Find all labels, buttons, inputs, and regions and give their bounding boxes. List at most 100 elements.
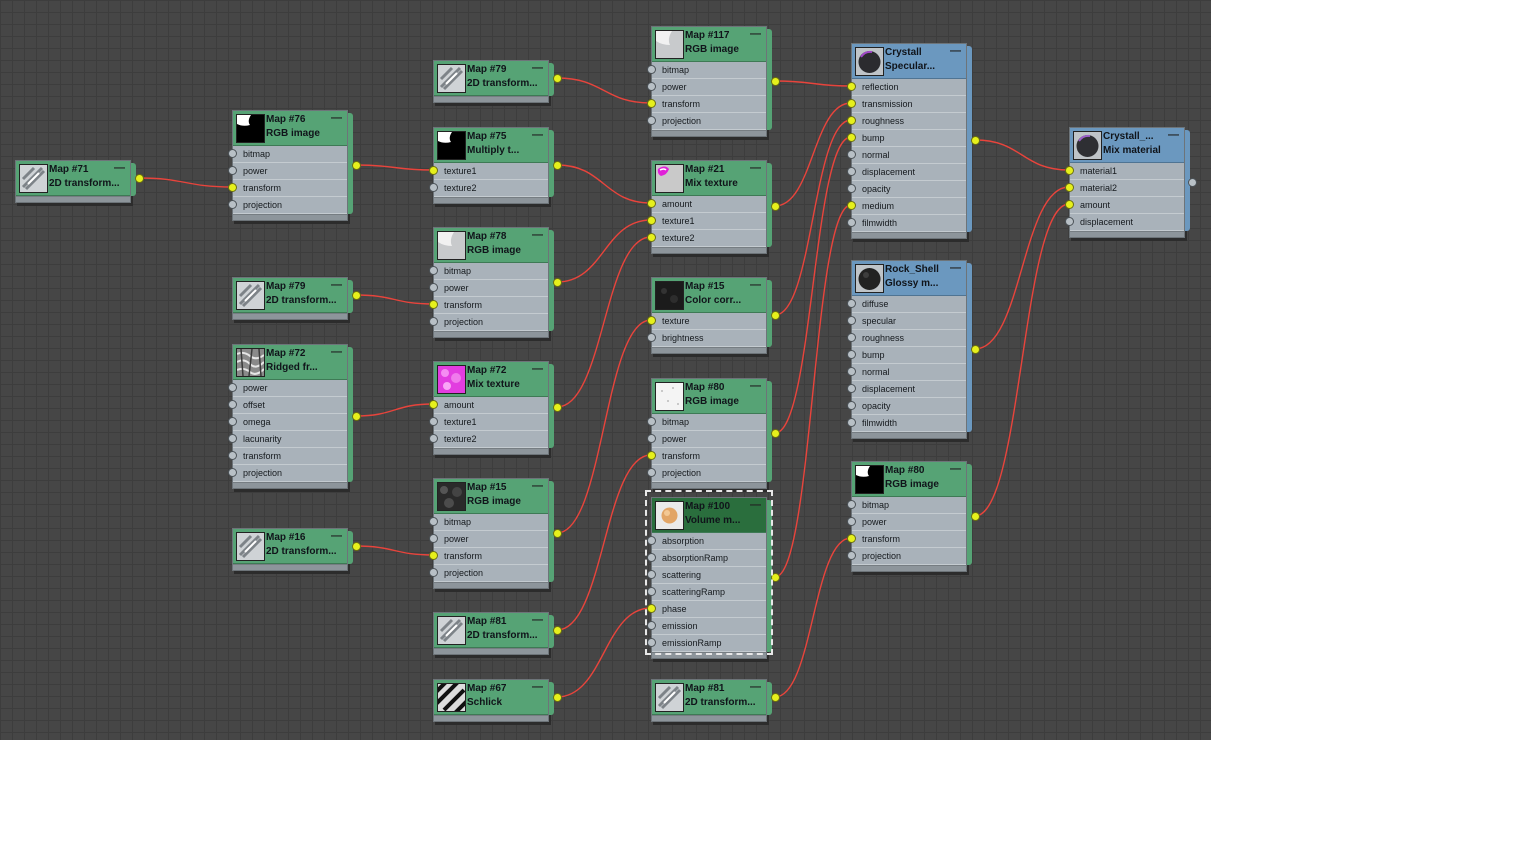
- input-socket[interactable]: [429, 300, 438, 309]
- node-n21[interactable]: Map #21 Mix texture — amount texture1 texture…: [647, 160, 780, 254]
- input-socket[interactable]: [647, 116, 656, 125]
- input-socket[interactable]: [847, 551, 856, 560]
- node-header[interactable]: Map #81 2D transform... —: [652, 680, 766, 715]
- node-header[interactable]: Map #72 Mix texture —: [434, 362, 548, 397]
- node-n72b[interactable]: Map #72 Mix texture — amount texture1 texture…: [429, 361, 562, 455]
- input-socket[interactable]: [228, 183, 237, 192]
- node-n80a[interactable]: Map #80 RGB image — bitmap power transform pro…: [647, 378, 780, 489]
- input-socket[interactable]: [647, 199, 656, 208]
- input-socket[interactable]: [647, 638, 656, 647]
- output-socket[interactable]: [771, 429, 780, 438]
- input-socket[interactable]: [429, 183, 438, 192]
- output-socket[interactable]: [553, 529, 562, 538]
- input-socket[interactable]: [647, 536, 656, 545]
- input-socket[interactable]: [847, 500, 856, 509]
- input-socket[interactable]: [647, 604, 656, 613]
- node-header[interactable]: Map #67 Schlick —: [432, 678, 548, 716]
- input-socket[interactable]: [1065, 183, 1074, 192]
- input-socket[interactable]: [429, 551, 438, 560]
- minimize-node-button[interactable]: —: [331, 280, 342, 291]
- input-socket[interactable]: [847, 333, 856, 342]
- output-socket[interactable]: [1188, 178, 1197, 187]
- output-socket[interactable]: [352, 542, 361, 551]
- minimize-node-button[interactable]: —: [331, 113, 342, 124]
- input-socket[interactable]: [647, 99, 656, 108]
- node-header[interactable]: Map #79 2D transform... —: [434, 61, 548, 96]
- input-socket[interactable]: [847, 167, 856, 176]
- input-socket[interactable]: [647, 621, 656, 630]
- input-socket[interactable]: [429, 166, 438, 175]
- node-header[interactable]: Map #79 2D transform... —: [233, 278, 347, 313]
- node-header[interactable]: Map #72 Ridged fr... —: [233, 345, 347, 380]
- node-n15a[interactable]: Map #15 Color corr... — texture brightness: [647, 277, 780, 354]
- input-socket[interactable]: [847, 384, 856, 393]
- input-socket[interactable]: [228, 149, 237, 158]
- minimize-node-button[interactable]: —: [750, 500, 761, 511]
- output-socket[interactable]: [771, 573, 780, 582]
- node-n100[interactable]: Map #100 Volume m... — absorption absorption…: [647, 497, 780, 659]
- minimize-node-button[interactable]: —: [532, 63, 543, 74]
- node-n117[interactable]: Map #117 RGB image — bitmap power transform pr…: [647, 26, 780, 137]
- node-header[interactable]: Map #100 Volume m... —: [652, 498, 766, 533]
- output-socket[interactable]: [971, 345, 980, 354]
- input-socket[interactable]: [228, 200, 237, 209]
- input-socket[interactable]: [647, 587, 656, 596]
- output-socket[interactable]: [135, 174, 144, 183]
- minimize-node-button[interactable]: —: [532, 230, 543, 241]
- input-socket[interactable]: [647, 333, 656, 342]
- node-n67[interactable]: Map #67 Schlick —: [432, 678, 562, 722]
- input-socket[interactable]: [1065, 200, 1074, 209]
- node-header[interactable]: Map #81 2D transform... —: [434, 613, 548, 648]
- input-socket[interactable]: [429, 283, 438, 292]
- input-socket[interactable]: [647, 65, 656, 74]
- output-socket[interactable]: [553, 693, 562, 702]
- minimize-node-button[interactable]: —: [331, 531, 342, 542]
- input-socket[interactable]: [429, 266, 438, 275]
- input-socket[interactable]: [847, 218, 856, 227]
- node-editor-canvas[interactable]: Map #71 2D transform... — Map #76 RGB image —…: [0, 0, 1211, 740]
- output-socket[interactable]: [771, 311, 780, 320]
- input-socket[interactable]: [847, 517, 856, 526]
- input-socket[interactable]: [429, 534, 438, 543]
- minimize-node-button[interactable]: —: [950, 46, 961, 57]
- node-header[interactable]: Map #15 Color corr... —: [652, 278, 766, 313]
- node-mix[interactable]: Crystall_... Mix material — material1 materi…: [1065, 127, 1197, 238]
- node-header[interactable]: Map #15 RGB image —: [434, 479, 548, 514]
- input-socket[interactable]: [228, 383, 237, 392]
- output-socket[interactable]: [352, 412, 361, 421]
- node-n80b[interactable]: Map #80 RGB image — bitmap power transform pro…: [847, 461, 980, 572]
- input-socket[interactable]: [228, 166, 237, 175]
- input-socket[interactable]: [847, 150, 856, 159]
- input-socket[interactable]: [647, 553, 656, 562]
- input-socket[interactable]: [847, 534, 856, 543]
- output-socket[interactable]: [352, 161, 361, 170]
- input-socket[interactable]: [429, 517, 438, 526]
- node-crys[interactable]: Crystall Specular... — reflection transmissi…: [847, 43, 980, 239]
- minimize-node-button[interactable]: —: [750, 29, 761, 40]
- input-socket[interactable]: [847, 350, 856, 359]
- minimize-node-button[interactable]: —: [532, 481, 543, 492]
- node-n78[interactable]: Map #78 RGB image — bitmap power transform pro…: [429, 227, 562, 338]
- input-socket[interactable]: [647, 233, 656, 242]
- input-socket[interactable]: [847, 133, 856, 142]
- input-socket[interactable]: [647, 316, 656, 325]
- node-n75[interactable]: Map #75 Multiply t... — texture1 texture2: [429, 127, 562, 204]
- minimize-node-button[interactable]: —: [532, 682, 543, 693]
- node-header[interactable]: Map #80 RGB image —: [852, 462, 966, 497]
- node-n81a[interactable]: Map #81 2D transform... —: [433, 612, 562, 655]
- output-socket[interactable]: [553, 626, 562, 635]
- minimize-node-button[interactable]: —: [750, 682, 761, 693]
- input-socket[interactable]: [228, 434, 237, 443]
- node-header[interactable]: Map #78 RGB image —: [434, 228, 548, 263]
- input-socket[interactable]: [228, 468, 237, 477]
- input-socket[interactable]: [647, 216, 656, 225]
- node-header[interactable]: Map #75 Multiply t... —: [434, 128, 548, 163]
- input-socket[interactable]: [647, 451, 656, 460]
- node-n79b[interactable]: Map #79 2D transform... —: [232, 277, 361, 320]
- node-n16[interactable]: Map #16 2D transform... —: [232, 528, 361, 571]
- node-header[interactable]: Map #21 Mix texture —: [652, 161, 766, 196]
- output-socket[interactable]: [971, 512, 980, 521]
- node-n72a[interactable]: Map #72 Ridged fr... — power offset omega lacu…: [228, 344, 361, 489]
- minimize-node-button[interactable]: —: [950, 464, 961, 475]
- input-socket[interactable]: [847, 418, 856, 427]
